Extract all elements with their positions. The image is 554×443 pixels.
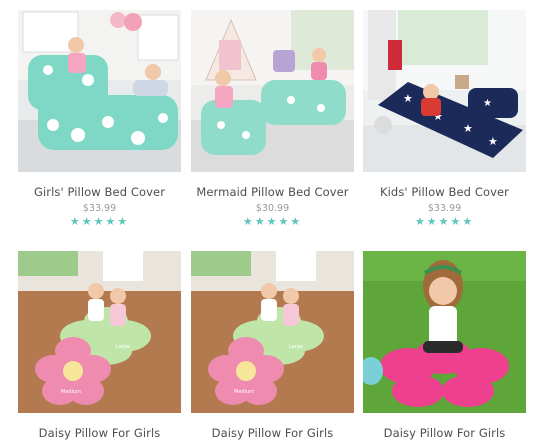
photo-label-large: Large (288, 344, 304, 350)
star-icon: ★ (426, 215, 439, 228)
product-image[interactable] (18, 10, 181, 172)
star-icon: ★ (93, 215, 106, 228)
svg-text:★: ★ (403, 92, 413, 105)
product-grid: Girls' Pillow Bed Cover $33.99 ★★★★★ Mer… (0, 0, 554, 443)
svg-text:★: ★ (488, 135, 498, 148)
star-icon: ★ (242, 215, 255, 228)
product-image[interactable]: Medium Large (18, 251, 181, 413)
star-icon: ★ (278, 215, 291, 228)
product-title[interactable]: Daisy Pillow For Girls (353, 426, 536, 440)
product-title[interactable]: Kids' Pillow Bed Cover (353, 185, 536, 199)
star-icon: ★ (438, 215, 451, 228)
star-icon: ★ (414, 215, 427, 228)
star-icon: ★ (266, 215, 279, 228)
photo-label-large: Large (115, 344, 131, 350)
star-icon: ★ (462, 215, 475, 228)
star-icon: ★ (105, 215, 118, 228)
star-icon: ★ (69, 215, 82, 228)
rating-stars: ★★★★★ (18, 215, 181, 228)
rating-stars: ★★★★★ (363, 215, 526, 228)
star-icon: ★ (117, 215, 130, 228)
product-image[interactable] (363, 251, 526, 413)
photo-label-medium: Medium (61, 389, 81, 395)
svg-text:★: ★ (463, 122, 473, 135)
photo-label-medium: Medium (234, 389, 254, 395)
star-icon: ★ (254, 215, 267, 228)
product-price: $30.99 (255, 203, 290, 214)
svg-text:★: ★ (483, 98, 492, 109)
product-price: $33.99 (427, 203, 462, 214)
product-image[interactable]: ★ ★ ★ ★ ★ (363, 10, 526, 172)
star-icon: ★ (290, 215, 303, 228)
product-image[interactable]: Medium Large (191, 251, 354, 413)
product-title[interactable]: Daisy Pillow For Girls (8, 426, 191, 440)
product-price: $33.99 (82, 203, 117, 214)
product-title[interactable]: Mermaid Pillow Bed Cover (181, 185, 364, 199)
star-icon: ★ (81, 215, 94, 228)
product-title[interactable]: Daisy Pillow For Girls (181, 426, 364, 440)
product-image[interactable] (191, 10, 354, 172)
product-title[interactable]: Girls' Pillow Bed Cover (8, 185, 191, 199)
star-icon: ★ (450, 215, 463, 228)
rating-stars: ★★★★★ (191, 215, 354, 228)
